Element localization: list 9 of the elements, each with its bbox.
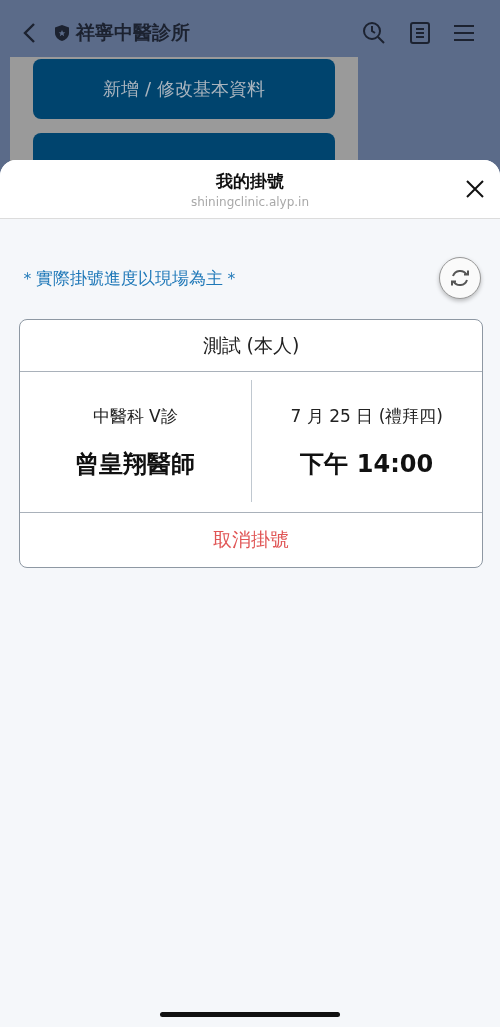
sheet-title: 我的掛號 bbox=[216, 169, 284, 193]
date-text: 7 月 25 日 (禮拜四) bbox=[290, 404, 443, 428]
time-text: 下午 14:00 bbox=[300, 448, 434, 480]
domain-text: shiningclinic.alyp.in bbox=[190, 194, 310, 209]
doctor-name: 曾皇翔醫師 bbox=[75, 448, 196, 480]
clinic-name: 祥寧中醫診所 bbox=[76, 20, 190, 45]
department-text: 中醫科 V診 bbox=[92, 404, 178, 428]
patient-name: 測試 (本人) bbox=[20, 320, 482, 372]
notice-text: ＊實際掛號進度以現場為主＊ bbox=[19, 266, 240, 290]
